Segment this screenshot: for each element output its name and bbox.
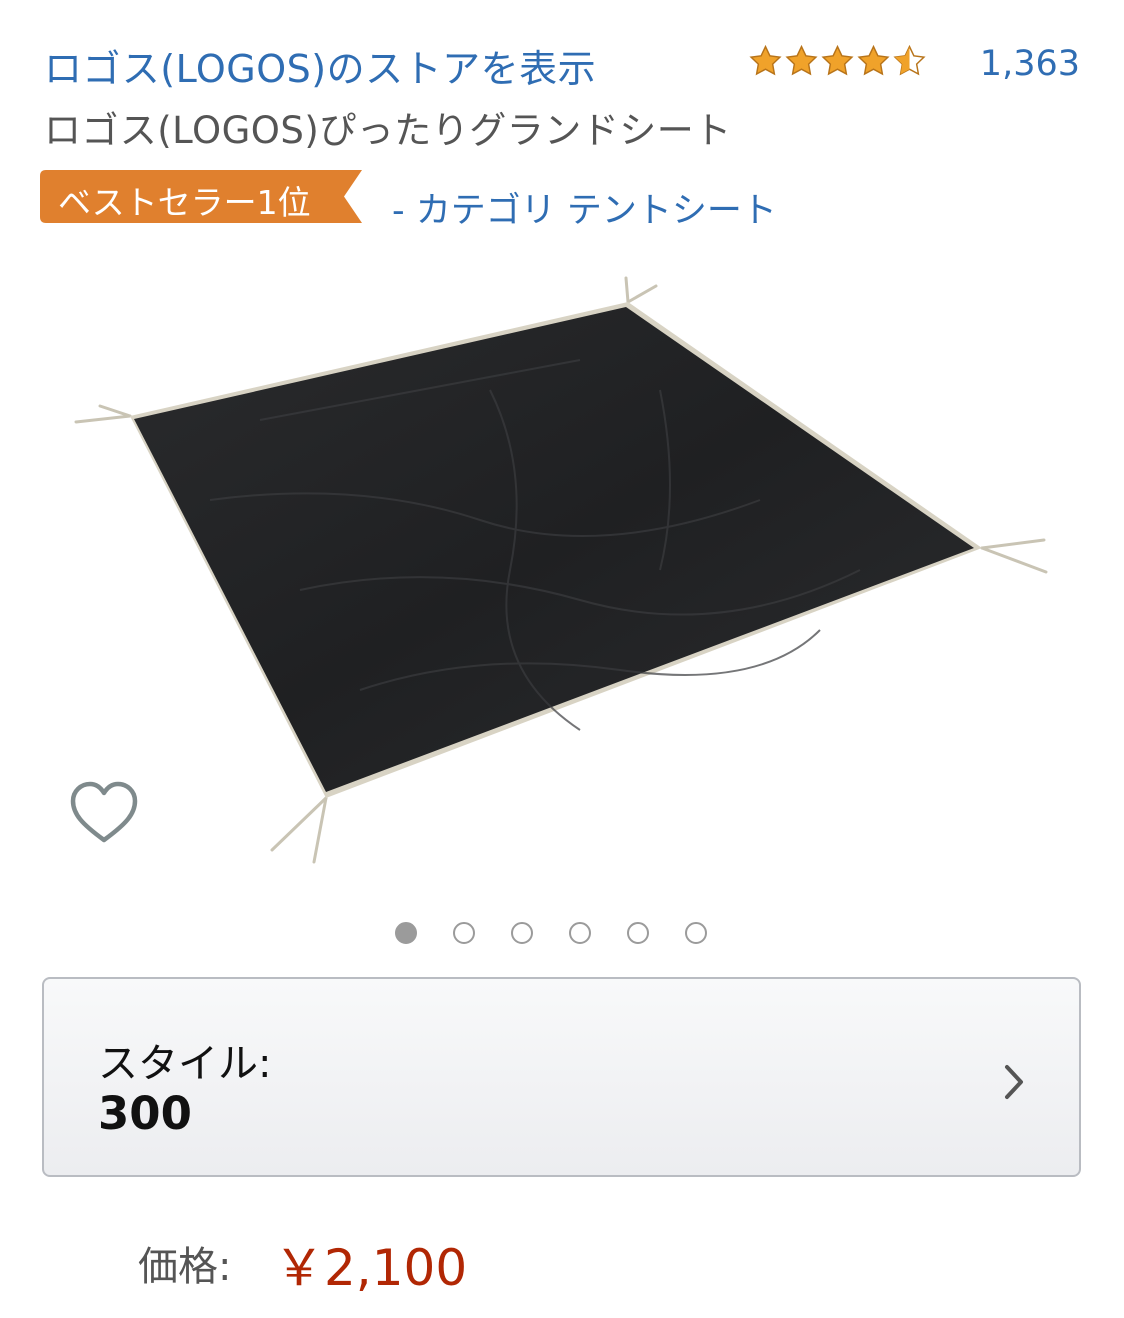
- heart-icon[interactable]: [68, 780, 140, 846]
- review-count[interactable]: 1,363: [980, 44, 1080, 84]
- bestseller-badge: ベストセラー1位: [40, 170, 362, 223]
- category-link[interactable]: - カテゴリ テントシート: [392, 182, 777, 233]
- pagination-dot[interactable]: [453, 922, 475, 944]
- pagination-dot[interactable]: [395, 922, 417, 944]
- image-pagination[interactable]: [395, 922, 707, 944]
- pagination-dot[interactable]: [569, 922, 591, 944]
- style-value: 300: [98, 1087, 192, 1140]
- star-icon: [749, 44, 782, 76]
- star-icon: [821, 44, 854, 76]
- star-icon: [857, 44, 890, 76]
- pagination-dot[interactable]: [685, 922, 707, 944]
- badge-label: ベストセラー1位: [58, 183, 311, 222]
- rating-stars[interactable]: [748, 44, 927, 79]
- pagination-dot[interactable]: [511, 922, 533, 944]
- chevron-right-icon: [1005, 1065, 1023, 1099]
- pagination-dot[interactable]: [627, 922, 649, 944]
- star-half-icon: [893, 44, 926, 76]
- price-label: 価格:: [138, 1244, 232, 1290]
- store-link[interactable]: ロゴス(LOGOS)のストアを表示: [44, 38, 596, 93]
- star-icon: [785, 44, 818, 76]
- price-value: ￥2,100: [274, 1239, 468, 1297]
- product-title: ロゴス(LOGOS)ぴったりグランドシート: [44, 109, 732, 152]
- product-image[interactable]: [60, 270, 1064, 880]
- style-label: スタイル:: [98, 1041, 272, 1087]
- style-selector[interactable]: スタイル: 300: [42, 977, 1081, 1177]
